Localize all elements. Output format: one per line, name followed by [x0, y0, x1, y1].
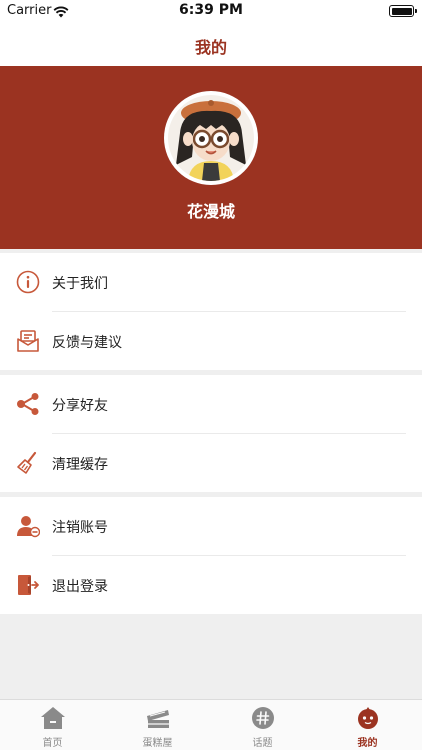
avatar-illustration-icon	[168, 95, 254, 181]
share-label: 分享好友	[52, 398, 108, 414]
menu-group-info: 关于我们 反馈与建议	[0, 253, 422, 370]
tab-cake-house[interactable]: 蛋糕屋	[105, 700, 210, 750]
delete-account-label: 注销账号	[52, 520, 108, 536]
tab-home-label: 首页	[42, 738, 63, 749]
status-bar: Carrier 6:39 PM	[0, 0, 422, 24]
logout-door-icon	[16, 573, 40, 597]
hashtag-icon	[250, 706, 276, 730]
share-icon	[16, 392, 40, 416]
tab-topics[interactable]: 话题	[210, 700, 315, 750]
info-icon	[16, 270, 40, 294]
tab-cake-house-label: 蛋糕屋	[142, 738, 173, 749]
logout-row[interactable]: 退出登录	[0, 556, 422, 614]
user-remove-icon	[16, 514, 40, 538]
clear-cache-row[interactable]: 清理缓存	[0, 434, 422, 492]
share-row[interactable]: 分享好友	[0, 375, 422, 434]
navigation-bar: 我的	[0, 24, 422, 66]
profile-header: 花漫城	[0, 66, 422, 249]
feedback-label: 反馈与建议	[52, 335, 122, 351]
tab-topics-label: 话题	[252, 738, 273, 749]
about-us-label: 关于我们	[52, 276, 108, 292]
feedback-row[interactable]: 反馈与建议	[0, 312, 422, 370]
about-us-row[interactable]: 关于我们	[0, 253, 422, 312]
clear-cache-label: 清理缓存	[52, 457, 108, 473]
menu-group-tools: 分享好友 清理缓存	[0, 375, 422, 492]
tab-bar: 首页 蛋糕屋 话题 我的	[0, 699, 422, 750]
avatar[interactable]	[164, 91, 258, 185]
menu-group-account: 注销账号 退出登录	[0, 497, 422, 614]
battery-icon	[389, 5, 417, 17]
tab-mine-label: 我的	[357, 738, 378, 749]
tab-home[interactable]: 首页	[0, 700, 105, 750]
feedback-mail-icon	[16, 329, 40, 353]
delete-account-row[interactable]: 注销账号	[0, 497, 422, 556]
broom-icon	[16, 451, 40, 475]
tab-mine[interactable]: 我的	[315, 700, 420, 750]
cake-icon	[145, 706, 171, 730]
page-title: 我的	[194, 38, 227, 57]
clock: 6:39 PM	[179, 2, 243, 18]
username: 花漫城	[186, 202, 235, 221]
logout-label: 退出登录	[52, 579, 108, 595]
home-icon	[40, 706, 66, 730]
profile-face-icon	[355, 706, 381, 730]
